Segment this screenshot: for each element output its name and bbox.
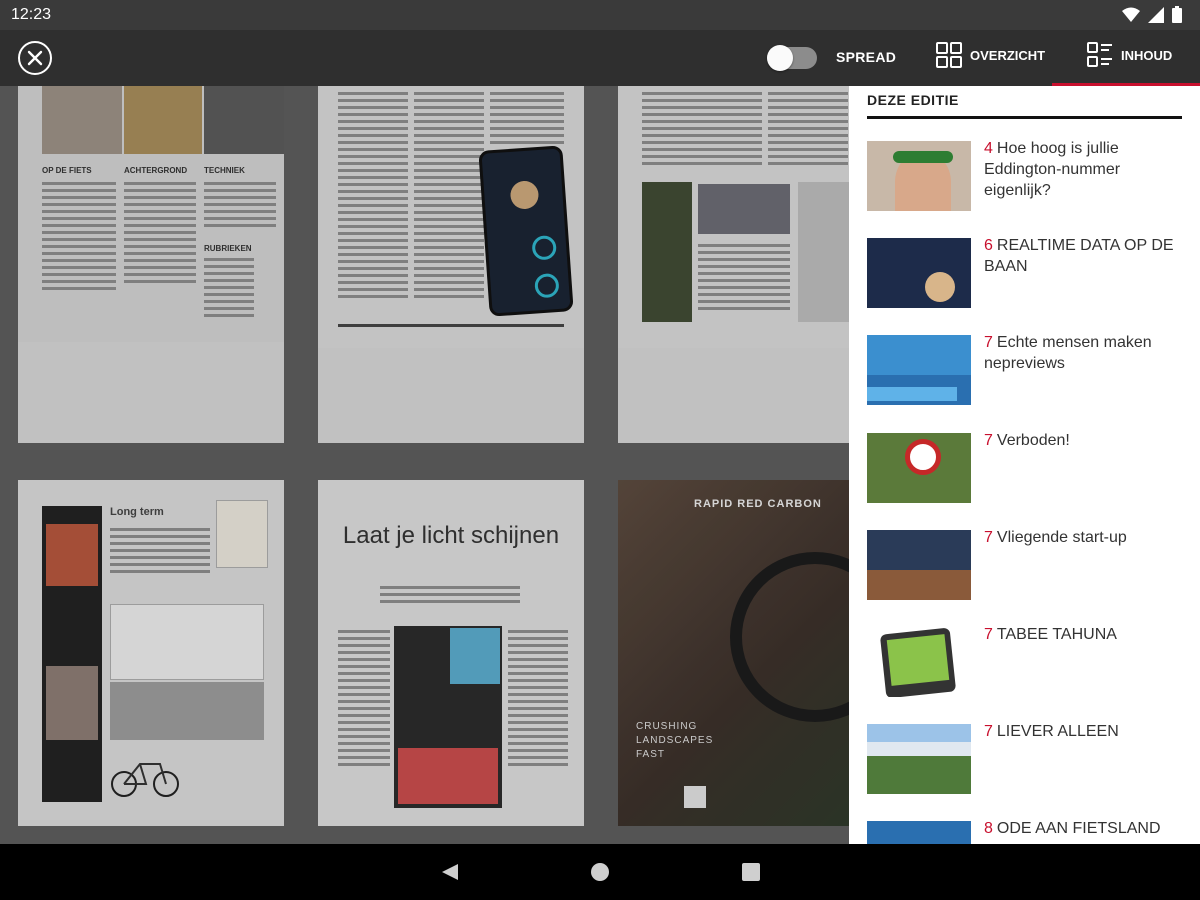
toc-item[interactable]: 7 Verboden! [867,430,1182,527]
status-time: 12:23 [11,6,52,23]
page-thumbnail-2[interactable] [318,86,584,443]
toc-thumbnail [867,335,971,406]
spread-toggle[interactable] [767,45,817,71]
list-icon [1087,42,1112,67]
page7-slogan: CRUSHING LANDSCAPES FAST [636,721,714,760]
toc-thumbnail [867,626,971,697]
home-icon[interactable] [590,862,610,882]
toc-item[interactable]: 4 Hoe hoog is jullie Eddington-nummer eig… [867,138,1182,235]
spread-label: SPREAD [836,49,897,65]
battery-icon [1172,6,1182,23]
signal-icon [1148,6,1164,23]
system-navigation-bar [0,844,1200,900]
toc-item[interactable]: 8 ODE AAN FIETSLAND [867,818,1182,844]
content-tab[interactable]: INHOUD [1087,42,1172,68]
page-thumbnail-5[interactable]: Laat je licht schijnen [318,480,584,826]
page-thumbnail-1[interactable]: OP DE FIETS ACHTERGROND TECHNIEK RUBRIEK… [18,86,284,443]
wifi-icon [1122,7,1140,22]
table-of-contents-panel: DEZE EDITIE 4 Hoe hoog is jullie Eddingto… [849,86,1200,844]
toc-item[interactable]: 7 Echte mensen maken nepreviews [867,332,1182,429]
status-bar: 12:23 [0,0,1200,30]
toc-item-title: Echte mensen maken nepreviews [984,334,1152,373]
toc-thumbnail [867,529,971,600]
toc-title: DEZE EDITIE [867,92,959,108]
toc-page-number: 4 [984,140,993,157]
toc-item[interactable]: 7 Vliegende start-up [867,527,1182,624]
page-thumbnail-4[interactable]: Long term [18,480,284,826]
content-label: INHOUD [1121,47,1173,63]
reader-toolbar: SPREAD OVERZICHT INHOUD [0,30,1200,86]
page1-heading: RUBRIEKEN [204,244,252,253]
page-overview-grid: OP DE FIETS ACHTERGROND TECHNIEK RUBRIEK… [0,86,849,844]
page1-heading: TECHNIEK [204,166,245,175]
toc-item[interactable]: 7 LIEVER ALLEEN [867,721,1182,818]
phone-illustration [478,145,574,317]
toc-item-title: REALTIME DATA OP DE BAAN [984,237,1174,276]
toc-page-number: 7 [984,431,993,449]
page-thumbnail-3[interactable] [618,86,849,443]
overview-label: OVERZICHT [970,47,1046,63]
toc-item-title: ODE AAN FIETSLAND [996,820,1161,838]
toc-divider [867,116,1182,119]
toc-page-number: 7 [984,625,993,643]
toc-thumbnail [867,724,971,795]
toc-page-number: 6 [984,237,993,255]
toc-page-number: 7 [984,723,993,741]
toc-list: 4 Hoe hoog is jullie Eddington-nummer eig… [867,138,1182,844]
toc-item[interactable]: 7 TABEE TAHUNA [867,624,1182,721]
toc-item-title: TABEE TAHUNA [996,625,1117,643]
toc-page-number: 7 [984,334,993,352]
toc-thumbnail [867,238,971,309]
spread-toggle-knob [767,45,793,71]
close-button[interactable] [18,41,52,75]
close-icon [27,50,43,66]
toc-item-title: LIEVER ALLEEN [996,723,1119,741]
back-icon[interactable] [440,862,460,882]
recents-icon[interactable] [741,862,761,882]
toc-thumbnail [867,821,971,844]
page1-heading: ACHTERGROND [124,166,188,175]
page7-brand: RAPID RED CARBON [694,498,822,510]
bike-illustration [110,750,180,800]
overview-button[interactable]: OVERZICHT [936,42,1045,68]
toc-item[interactable]: 6 REALTIME DATA OP DE BAAN [867,235,1182,332]
toc-item-title: Vliegende start-up [996,528,1127,546]
grid-icon [936,42,962,68]
toc-thumbnail [867,141,971,211]
page5-title: Long term [110,506,164,518]
page6-title: Laat je licht schijnen [342,522,560,549]
toc-thumbnail [867,432,971,503]
status-icons [1122,6,1182,23]
toc-item-title: Hoe hoog is jullie Eddington-nummer eige… [984,140,1121,199]
toc-page-number: 8 [984,820,993,838]
toc-item-title: Verboden! [996,431,1070,449]
page1-heading: OP DE FIETS [42,166,92,175]
page-thumbnail-6[interactable]: RAPID RED CARBON CRUSHING LANDSCAPES FAS… [618,480,849,826]
toc-page-number: 7 [984,528,993,546]
